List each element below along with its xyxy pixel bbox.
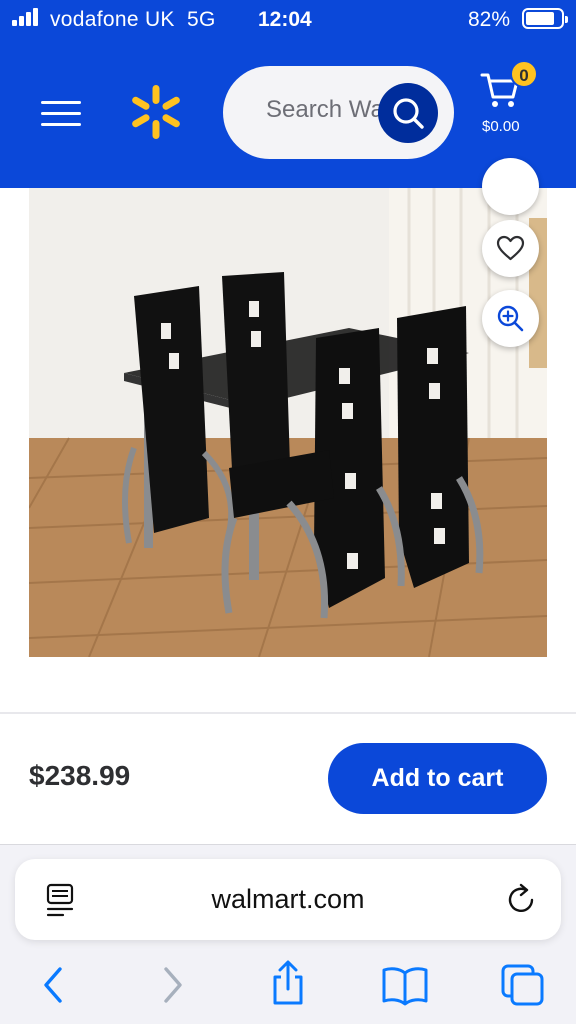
- share-icon[interactable]: [268, 959, 308, 1007]
- url-text[interactable]: walmart.com: [15, 884, 561, 915]
- zoom-button[interactable]: [482, 290, 539, 347]
- walmart-spark-icon[interactable]: [128, 84, 184, 140]
- battery-icon: [522, 8, 568, 29]
- carrier-name: vodafone UK: [50, 8, 175, 31]
- product-photo[interactable]: [29, 188, 547, 657]
- purchase-bar: $238.99 Add to cart: [0, 714, 576, 842]
- reload-icon[interactable]: [506, 883, 538, 917]
- cart-count-badge: 0: [510, 60, 538, 88]
- battery-level: [526, 12, 554, 25]
- status-bar: vodafone UK 5G 12:04 82%: [0, 0, 576, 40]
- cart-total: $0.00: [482, 118, 520, 135]
- browser-chrome: walmart.com: [0, 844, 576, 1024]
- favorite-button[interactable]: [482, 220, 539, 277]
- bookmarks-icon[interactable]: [381, 963, 429, 1007]
- hamburger-menu-icon[interactable]: [41, 97, 81, 129]
- heart-icon: [496, 235, 525, 261]
- zoom-in-icon: [497, 305, 524, 332]
- add-to-cart-button[interactable]: Add to cart: [328, 743, 547, 814]
- cart-button[interactable]: 0 $0.00: [474, 60, 538, 140]
- search-button[interactable]: [378, 83, 438, 143]
- share-product-button[interactable]: [482, 158, 539, 215]
- product-gallery: [0, 158, 576, 708]
- back-icon[interactable]: [38, 963, 68, 1007]
- battery-percent: 82%: [468, 8, 511, 31]
- search-placeholder: Search Walmart: [266, 96, 384, 123]
- tabs-icon[interactable]: [500, 963, 546, 1007]
- search-input[interactable]: Search Walmart: [223, 66, 454, 159]
- clock: 12:04: [258, 8, 312, 31]
- network-type: 5G: [187, 8, 216, 31]
- signal-strength-icon: [12, 8, 42, 26]
- search-icon: [393, 98, 424, 129]
- forward-icon[interactable]: [158, 963, 188, 1007]
- product-price: $238.99: [29, 760, 131, 791]
- address-bar[interactable]: walmart.com: [15, 859, 561, 940]
- carrier-info: vodafone UK 5G: [50, 8, 216, 32]
